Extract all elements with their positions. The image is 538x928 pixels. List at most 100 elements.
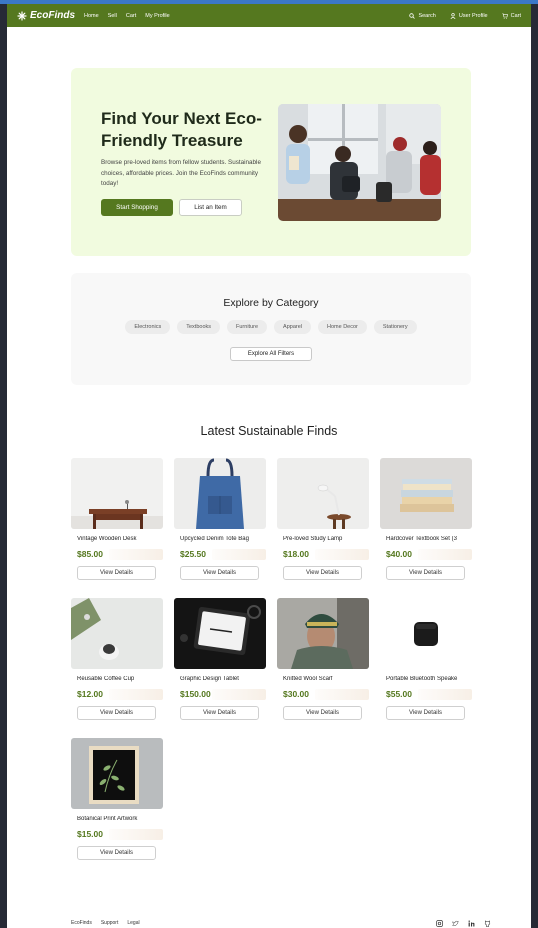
leaf-icon — [17, 10, 27, 21]
linkedin-icon[interactable] — [468, 920, 475, 927]
category-section: Explore by Category Electronics Textbook… — [71, 273, 471, 385]
product-price: $18.00 — [283, 549, 309, 559]
category-chip-stationery[interactable]: Stationery — [373, 320, 417, 334]
product-name: Graphic Design Tablet — [180, 676, 239, 682]
product-price: $12.00 — [77, 689, 103, 699]
product-price: $55.00 — [386, 689, 412, 699]
category-chip-furniture[interactable]: Furniture — [227, 320, 268, 334]
product-card: Graphic Design Tablet $150.00 View Detai… — [174, 598, 266, 728]
price-highlight — [212, 549, 266, 560]
window-frame-left — [0, 4, 7, 928]
coffee-cup-image — [71, 598, 163, 669]
user-icon — [450, 12, 456, 19]
footer-link-legal[interactable]: Legal — [127, 920, 139, 926]
cart-label: Cart — [510, 12, 521, 19]
product-card: Botanical Print Artwork $15.00 View Deta… — [71, 738, 163, 868]
view-details-button[interactable]: View Details — [283, 706, 362, 720]
category-chip-electronics[interactable]: Electronics — [125, 320, 171, 334]
explore-filters-button[interactable]: Explore All Filters — [230, 347, 312, 361]
category-title: Explore by Category — [223, 297, 319, 309]
hero-title: Find Your Next Eco-Friendly Treasure — [101, 109, 262, 150]
window-frame-right — [531, 4, 538, 928]
product-price: $85.00 — [77, 549, 103, 559]
nav-actions: Search User Profile Cart — [409, 13, 521, 19]
product-name: Upcycled Denim Tote Bag — [180, 536, 249, 542]
price-highlight — [212, 689, 266, 700]
product-price: $30.00 — [283, 689, 309, 699]
view-details-button[interactable]: View Details — [180, 706, 259, 720]
footer: EcoFinds Support Legal — [71, 918, 491, 928]
twitter-icon[interactable] — [452, 920, 459, 927]
view-details-button[interactable]: View Details — [77, 846, 156, 860]
page: EcoFinds Home Sell Cart My Profile Searc… — [7, 4, 531, 928]
cart-button[interactable]: Cart — [501, 12, 521, 19]
product-name: Reusable Coffee Cup — [77, 676, 135, 682]
view-details-button[interactable]: View Details — [283, 566, 362, 580]
price-highlight — [315, 689, 369, 700]
social-icons — [436, 919, 491, 927]
brand-name: EcoFinds — [30, 10, 76, 21]
tote-bag-image — [174, 458, 266, 529]
search-icon — [409, 12, 416, 19]
price-highlight — [109, 549, 163, 560]
product-name: Botanical Print Artwork — [77, 816, 138, 822]
books-image — [380, 458, 472, 529]
category-chip-textbooks[interactable]: Textbooks — [177, 320, 221, 334]
category-chip-apparel[interactable]: Apparel — [274, 320, 311, 334]
view-details-button[interactable]: View Details — [386, 706, 465, 720]
products-title: Latest Sustainable Finds — [200, 424, 338, 438]
category-chips: Electronics Textbooks Furniture Apparel … — [71, 320, 471, 334]
search-button[interactable]: Search — [409, 12, 436, 19]
lamp-image — [277, 458, 369, 529]
category-chip-home-decor[interactable]: Home Decor — [318, 320, 367, 334]
github-icon[interactable] — [484, 919, 491, 927]
tablet-image — [174, 598, 266, 669]
product-card: Knitted Wool Scarf $30.00 View Details — [277, 598, 369, 728]
cart-icon — [501, 13, 508, 19]
footer-link-ecofinds[interactable]: EcoFinds — [71, 920, 92, 926]
user-profile-button[interactable]: User Profile — [450, 13, 488, 19]
product-card: Reusable Coffee Cup $12.00 View Details — [71, 598, 163, 728]
price-highlight — [109, 829, 163, 840]
product-price: $150.00 — [180, 689, 211, 699]
start-shopping-button[interactable]: Start Shopping — [101, 199, 173, 216]
list-item-button[interactable]: List an Item — [179, 199, 242, 216]
product-name: Knitted Wool Scarf — [283, 676, 333, 682]
artwork-image — [71, 738, 163, 809]
desk-image — [71, 458, 163, 529]
product-card: Upcycled Denim Tote Bag $25.50 View Deta… — [174, 458, 266, 588]
product-price: $25.50 — [180, 549, 206, 559]
product-card: Hardcover Textbook Set (3 $40.00 View De… — [380, 458, 472, 588]
nav-link-cart[interactable]: Cart — [126, 13, 136, 19]
product-card: Portable Bluetooth Speake $55.00 View De… — [380, 598, 472, 728]
view-details-button[interactable]: View Details — [77, 706, 156, 720]
nav-link-profile[interactable]: My Profile — [145, 13, 169, 19]
nav-link-home[interactable]: Home — [84, 13, 99, 19]
product-name: Vintage Wooden Desk — [77, 536, 137, 542]
view-details-button[interactable]: View Details — [77, 566, 156, 580]
product-name: Hardcover Textbook Set (3 — [386, 536, 457, 542]
footer-link-support[interactable]: Support — [101, 920, 119, 926]
search-label: Search — [418, 12, 436, 19]
price-highlight — [418, 689, 472, 700]
product-card: Vintage Wooden Desk $85.00 View Details — [71, 458, 163, 588]
price-highlight — [418, 549, 472, 560]
product-name: Pre-loved Study Lamp — [283, 536, 343, 542]
product-card: Pre-loved Study Lamp $18.00 View Details — [277, 458, 369, 588]
scarf-image — [277, 598, 369, 669]
price-highlight — [315, 549, 369, 560]
instagram-icon[interactable] — [436, 919, 443, 927]
hero-description: Browse pre-loved items from fellow stude… — [101, 159, 261, 187]
view-details-button[interactable]: View Details — [180, 566, 259, 580]
product-price: $15.00 — [77, 829, 103, 839]
price-highlight — [109, 689, 163, 700]
brand-logo[interactable]: EcoFinds — [17, 10, 75, 21]
view-details-button[interactable]: View Details — [386, 566, 465, 580]
nav-link-sell[interactable]: Sell — [108, 13, 117, 19]
hero-section: Find Your Next Eco-Friendly Treasure Bro… — [71, 68, 471, 256]
user-profile-label: User Profile — [458, 12, 488, 19]
speaker-image — [380, 598, 472, 669]
product-name: Portable Bluetooth Speake — [386, 676, 458, 682]
hero-image — [278, 104, 441, 221]
product-price: $40.00 — [386, 549, 412, 559]
